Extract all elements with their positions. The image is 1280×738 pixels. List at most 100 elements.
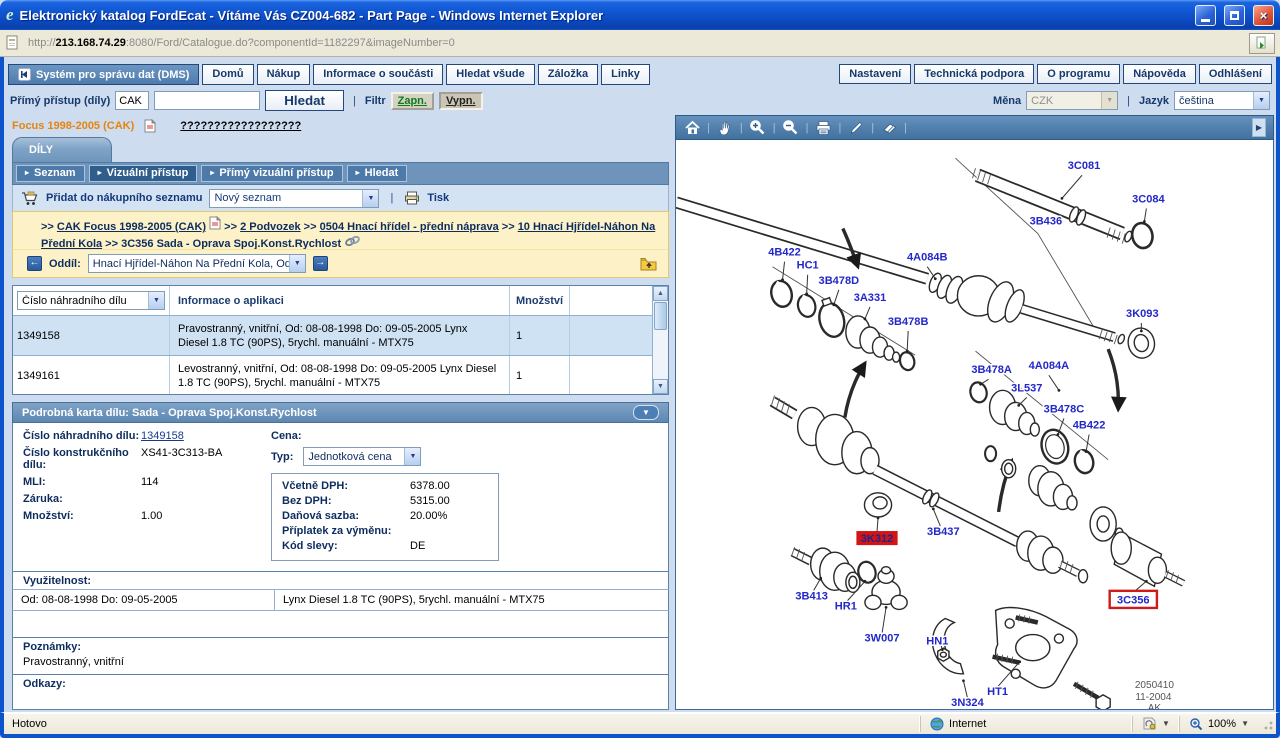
status-text: Hotovo [6,718,920,730]
part-callout-3b437[interactable]: 3B437 [927,526,960,538]
close-button[interactable]: × [1253,5,1274,26]
folder-up-icon[interactable] [640,257,658,271]
part-callout-3l537[interactable]: 3L537 [1011,382,1042,394]
diagram-canvas[interactable]: 3C0813C0843B4364B422HC13B478D4A084B3A331… [675,140,1274,710]
nav-button-linky[interactable]: Linky [601,64,650,85]
nav-button-syst-m-pro-spr-vu-dat-dms[interactable]: Systém pro správu dat (DMS) [8,64,199,85]
part-callout-hn1[interactable]: HN1 [926,636,948,648]
part-callout-hc1[interactable]: HC1 [797,260,819,272]
maximize-button[interactable] [1224,5,1245,26]
prev-section-button[interactable]: ← [27,256,42,271]
breadcrumb-separator: >> [41,221,57,233]
parts-diagram[interactable]: 3C0813C0843B4364B422HC13B478D4A084B3A331… [676,140,1273,709]
view-mode-seznam[interactable]: ▸Seznam [16,165,85,182]
nav-button-dom[interactable]: Domů [202,64,253,85]
tab-parts[interactable]: DÍLY [12,137,112,162]
add-to-list-label[interactable]: Přidat do nákupního seznamu [46,192,202,204]
nav-button-informace-o-sou-sti[interactable]: Informace o součásti [313,64,443,85]
part-callout-ht1[interactable]: HT1 [987,686,1008,698]
pan-hand-icon[interactable] [716,119,734,137]
nav-button-hledat-v-ude[interactable]: Hledat všude [446,64,534,85]
nav-button-nastaven[interactable]: Nastavení [839,64,911,84]
scroll-down-icon[interactable]: ▼ [653,379,668,394]
part-callout-3c081[interactable]: 3C081 [1068,160,1101,172]
nav-button-n-pov-da[interactable]: Nápověda [1123,64,1196,84]
zoom-out-icon[interactable] [782,119,800,137]
print-icon[interactable] [814,119,832,137]
nav-button-technick-podpora[interactable]: Technická podpora [914,64,1034,84]
part-callout-3k312[interactable]: 3K312 [861,533,894,545]
part-callout-3b436[interactable]: 3B436 [1030,215,1063,227]
nav-button-z-lo-ka[interactable]: Záložka [538,64,598,85]
nav-button-label: Hledat všude [456,68,524,80]
part-search-input[interactable] [154,91,260,110]
scroll-up-icon[interactable]: ▲ [653,286,668,301]
price-type-select[interactable]: Jednotková cena▼ [303,447,421,466]
nav-button-o-programu[interactable]: O programu [1037,64,1120,84]
url-host: 213.168.74.29 [56,37,126,49]
draw-pen-icon[interactable] [847,119,865,137]
go-button[interactable] [1249,33,1275,54]
scrollbar-thumb[interactable] [654,302,667,330]
part-callout-3a331[interactable]: 3A331 [854,292,887,304]
detail-field-label: Záruka: [23,493,141,505]
table-row[interactable]: 1349161Levostranný, vnitřní, Od: 08-08-1… [13,356,652,395]
currency-select[interactable]: CZK▼ [1026,91,1118,110]
collapse-button[interactable]: ▼ [633,405,659,420]
next-section-button[interactable]: → [313,256,328,271]
url-field[interactable]: http://213.168.74.29:8080/Ford/Catalogue… [25,33,1244,53]
filter-on-toggle[interactable]: Zapn. [391,92,434,110]
toolbar-separator: | [904,122,907,134]
eraser-icon[interactable] [880,119,898,137]
resize-grip[interactable] [1260,717,1274,731]
home-icon[interactable] [683,119,701,137]
part-callout-3b478d[interactable]: 3B478D [819,275,860,287]
detail-field-value[interactable]: 1349158 [141,430,184,442]
breadcrumb-link[interactable]: 0504 Hnací hřídel - přední náprava [320,221,499,233]
part-callout-3b478a[interactable]: 3B478A [971,364,1012,376]
document-icon[interactable] [144,119,156,133]
part-callout-3c084[interactable]: 3C084 [1132,193,1165,205]
cell-quantity: 1 [510,316,570,355]
catalog-code-input[interactable] [115,91,149,110]
minimize-button[interactable] [1195,5,1216,26]
filter-off-toggle[interactable]: Vypn. [439,92,483,110]
part-number-column-select[interactable]: Číslo náhradního dílu▼ [17,291,165,310]
part-callout-3c356[interactable]: 3C356 [1117,594,1150,606]
direct-access-label: Přímý přístup (díly) [10,95,110,107]
view-mode-p-m-vizu-ln-p-stup[interactable]: ▸Přímý vizuální přístup [201,165,342,182]
view-mode-hledat[interactable]: ▸Hledat [347,165,408,182]
protected-mode-cell[interactable]: ▼ [1132,716,1179,732]
part-callout-4b422[interactable]: 4B422 [1073,420,1106,432]
table-row[interactable]: 1349158Pravostranný, vnitřní, Od: 08-08-… [13,316,652,356]
shopping-list-select[interactable]: Nový seznam▼ [209,189,379,208]
table-scrollbar[interactable]: ▲ ▼ [652,286,668,394]
unknown-placeholder-link[interactable]: ?????????????????? [180,120,301,132]
part-callout-4a084b[interactable]: 4A084B [907,252,948,264]
column-header-qty: Množství [510,286,570,315]
breadcrumb-link[interactable]: CAK Focus 1998-2005 (CAK) [57,221,206,233]
part-callout-3k093[interactable]: 3K093 [1126,308,1159,320]
breadcrumb-link[interactable]: 2 Podvozek [240,221,301,233]
part-callout-4b422[interactable]: 4B422 [768,247,801,259]
browser-window: e Elektronický katalog FordEcat - Vítáme… [0,0,1280,738]
nav-button-odhl-en[interactable]: Odhlášení [1199,64,1272,84]
part-callout-3n324[interactable]: 3N324 [951,697,984,709]
part-callout-3b478b[interactable]: 3B478B [888,316,929,328]
view-mode-vizu-ln-p-stup[interactable]: ▸Vizuální přístup [89,165,198,182]
part-callout-3b478c[interactable]: 3B478C [1044,403,1085,415]
part-callout-3w007[interactable]: 3W007 [865,633,900,645]
part-callout-4a084a[interactable]: 4A084A [1029,360,1070,372]
nav-button-n-kup[interactable]: Nákup [257,64,311,85]
section-select[interactable]: Hnací Hjřídel-Náhon Na Přední Kola, Od: … [88,254,306,273]
part-callout-hr1[interactable]: HR1 [835,600,857,612]
price-row-label: Daňová sazba: [282,510,410,522]
zoom-in-icon[interactable] [749,119,767,137]
cell-part-number: 1349161 [13,356,170,395]
print-label[interactable]: Tisk [427,192,449,204]
language-select[interactable]: čeština▼ [1174,91,1270,110]
zoom-cell[interactable]: 100% ▼ [1179,716,1258,732]
search-button[interactable]: Hledat [265,90,344,111]
expand-panel-button[interactable]: ▶ [1252,118,1266,137]
part-callout-3b413[interactable]: 3B413 [795,590,828,602]
